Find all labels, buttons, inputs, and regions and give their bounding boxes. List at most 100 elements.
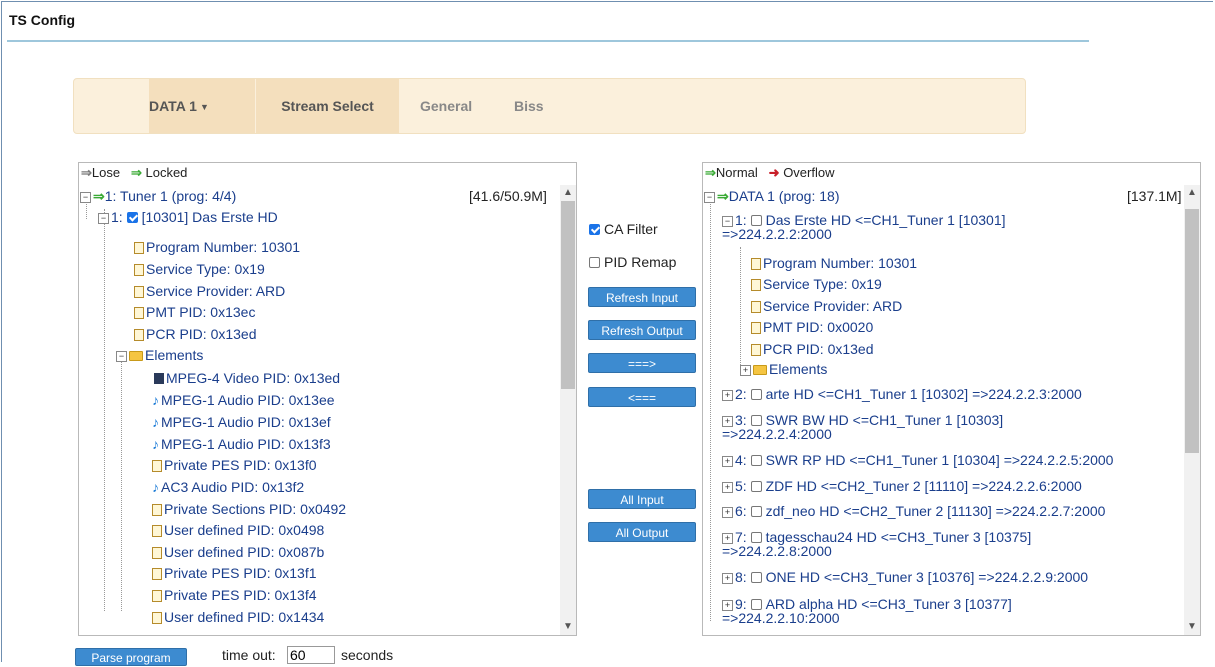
detail-text: PCR PID: 0x13ed xyxy=(763,341,874,357)
element-item: ♪ MPEG-1 Audio PID: 0x13ee xyxy=(152,392,335,408)
collapse-icon[interactable]: − xyxy=(704,191,715,203)
program-checkbox[interactable] xyxy=(750,415,762,426)
scroll-thumb[interactable] xyxy=(561,201,575,389)
program-checkbox[interactable] xyxy=(750,455,762,466)
element-item: MPEG-4 Video PID: 0x13ed xyxy=(152,370,340,386)
output-program-node[interactable]: +6: zdf_neo HD <=CH2_Tuner 2 [11130] =>2… xyxy=(722,503,1105,519)
scroll-down-icon[interactable]: ▼ xyxy=(560,619,576,635)
element-item: User defined PID: 0x0498 xyxy=(152,522,324,538)
document-icon xyxy=(152,525,162,537)
scroll-up-icon[interactable]: ▲ xyxy=(1184,185,1200,201)
element-text: User defined PID: 0x0498 xyxy=(164,522,325,538)
program-destination: =>224.2.2.8:2000 xyxy=(722,543,832,559)
ca-filter-checkbox[interactable] xyxy=(589,224,600,235)
elements-label: Elements xyxy=(769,361,828,377)
expand-icon[interactable]: + xyxy=(722,481,733,493)
refresh-output-button[interactable]: Refresh Output xyxy=(588,320,696,340)
caret-down-icon: ▼ xyxy=(199,102,209,113)
remove-from-output-button[interactable]: <=== xyxy=(588,387,696,407)
program-destination: =>224.2.2.4:2000 xyxy=(722,426,832,442)
scroll-up-icon[interactable]: ▲ xyxy=(560,185,576,201)
element-item: ♪ AC3 Audio PID: 0x13f2 xyxy=(152,479,304,495)
element-text: Private PES PID: 0x13f0 xyxy=(164,457,317,473)
collapse-icon[interactable]: − xyxy=(116,350,127,362)
document-icon xyxy=(751,258,761,270)
tab-stream-select[interactable]: Stream Select xyxy=(256,79,399,133)
refresh-input-button[interactable]: Refresh Input xyxy=(588,287,696,307)
add-to-output-button[interactable]: ===> xyxy=(588,353,696,373)
ca-filter-option[interactable]: CA Filter xyxy=(589,221,658,237)
program-checkbox[interactable] xyxy=(750,532,762,543)
output-tree-panel[interactable]: ⇒Normal ➜ Overflow − ⇒DATA 1 (prog: 18) [… xyxy=(702,162,1201,636)
output-program-node[interactable]: +8: ONE HD <=CH3_Tuner 3 [10376] =>224.2… xyxy=(722,569,1088,585)
lose-arrow-icon: ⇒ xyxy=(81,165,92,180)
program-name: arte HD <=CH1_Tuner 1 [10302] =>224.2.2.… xyxy=(765,386,1082,402)
element-item: Private PES PID: 0x13f4 xyxy=(152,587,317,603)
audio-icon: ♪ xyxy=(152,414,159,430)
output-program-node[interactable]: +2: arte HD <=CH1_Tuner 1 [10302] =>224.… xyxy=(722,386,1082,402)
seconds-label: seconds xyxy=(341,647,394,663)
input-legend: ⇒Lose ⇒ Locked xyxy=(81,165,187,181)
tab-biss[interactable]: Biss xyxy=(514,79,554,133)
output-program-node[interactable]: +4: SWR RP HD <=CH1_Tuner 1 [10304] =>22… xyxy=(722,452,1113,468)
program-name: ONE HD <=CH3_Tuner 3 [10376] =>224.2.2.9… xyxy=(765,569,1089,585)
expand-icon[interactable]: + xyxy=(722,389,733,401)
program-checkbox[interactable] xyxy=(750,506,762,517)
detail-text: PMT PID: 0x13ec xyxy=(146,304,256,320)
parse-program-button[interactable]: Parse program xyxy=(75,648,187,666)
all-output-button[interactable]: All Output xyxy=(588,522,696,542)
normal-arrow-icon: ⇒ xyxy=(717,188,729,204)
document-icon xyxy=(751,344,761,356)
input-rate: [41.6/50.9M] xyxy=(469,188,547,204)
input-scrollbar[interactable]: ▲ ▼ xyxy=(560,185,576,635)
collapse-icon[interactable]: − xyxy=(80,191,91,203)
expand-icon[interactable]: + xyxy=(722,506,733,518)
detail-item: PMT PID: 0x0020 xyxy=(751,319,873,335)
document-icon xyxy=(152,568,162,580)
element-item: User defined PID: 0x1434 xyxy=(152,609,324,625)
elements-node[interactable]: − Elements xyxy=(116,347,203,363)
legend-locked: Locked xyxy=(145,165,188,180)
program-checkbox[interactable] xyxy=(750,389,762,400)
pid-remap-option[interactable]: PID Remap xyxy=(589,254,676,270)
detail-text: Service Type: 0x19 xyxy=(146,261,265,277)
document-icon xyxy=(134,307,144,319)
program-number-label: 2: xyxy=(735,386,747,402)
collapse-icon[interactable]: − xyxy=(98,212,109,224)
tab-general[interactable]: General xyxy=(420,79,490,133)
program-checkbox[interactable] xyxy=(750,599,762,610)
program-checkbox[interactable] xyxy=(126,212,138,223)
output-program-node[interactable]: +9: ARD alpha HD <=CH3_Tuner 3 [10377] =>… xyxy=(722,597,1012,625)
tree-connector xyxy=(740,247,741,367)
elements-node[interactable]: + Elements xyxy=(740,361,827,377)
scroll-thumb[interactable] xyxy=(1185,209,1199,453)
input-tree-panel[interactable]: ⇒Lose ⇒ Locked − ⇒1: Tuner 1 (prog: 4/4) … xyxy=(78,162,577,636)
input-program-node[interactable]: −1: [10301] Das Erste HD xyxy=(98,209,278,225)
output-program-node[interactable]: −1: Das Erste HD <=CH1_Tuner 1 [10301] =… xyxy=(722,213,1006,241)
output-root-node[interactable]: − ⇒DATA 1 (prog: 18) xyxy=(704,188,839,205)
timeout-input[interactable] xyxy=(287,646,335,664)
tab-general-label: General xyxy=(420,98,473,114)
tree-connector xyxy=(121,361,122,611)
expand-icon[interactable]: + xyxy=(740,364,751,376)
output-program-node[interactable]: +7: tagesschau24 HD <=CH3_Tuner 3 [10375… xyxy=(722,530,1031,558)
program-destination: =>224.2.2.2:2000 xyxy=(722,226,832,242)
program-checkbox[interactable] xyxy=(750,572,762,583)
output-scrollbar[interactable]: ▲ ▼ xyxy=(1184,185,1200,635)
element-item: Private PES PID: 0x13f0 xyxy=(152,457,317,473)
scroll-down-icon[interactable]: ▼ xyxy=(1184,619,1200,635)
program-checkbox[interactable] xyxy=(750,481,762,492)
program-name: [10301] Das Erste HD xyxy=(141,209,278,225)
tab-data1-dropdown[interactable]: DATA 1 ▼ xyxy=(149,79,255,133)
all-input-button[interactable]: All Input xyxy=(588,489,696,509)
detail-item: Service Provider: ARD xyxy=(751,298,902,314)
pid-remap-checkbox[interactable] xyxy=(589,257,600,268)
output-program-node[interactable]: +5: ZDF HD <=CH2_Tuner 2 [11110] =>224.2… xyxy=(722,478,1082,494)
tree-connector xyxy=(104,209,105,611)
expand-icon[interactable]: + xyxy=(722,572,733,584)
expand-icon[interactable]: + xyxy=(722,455,733,467)
video-icon xyxy=(152,373,164,384)
program-checkbox[interactable] xyxy=(750,215,762,226)
input-root-node[interactable]: − ⇒1: Tuner 1 (prog: 4/4) xyxy=(80,188,236,205)
output-program-node[interactable]: +3: SWR BW HD <=CH1_Tuner 1 [10303] =>224… xyxy=(722,413,1003,441)
